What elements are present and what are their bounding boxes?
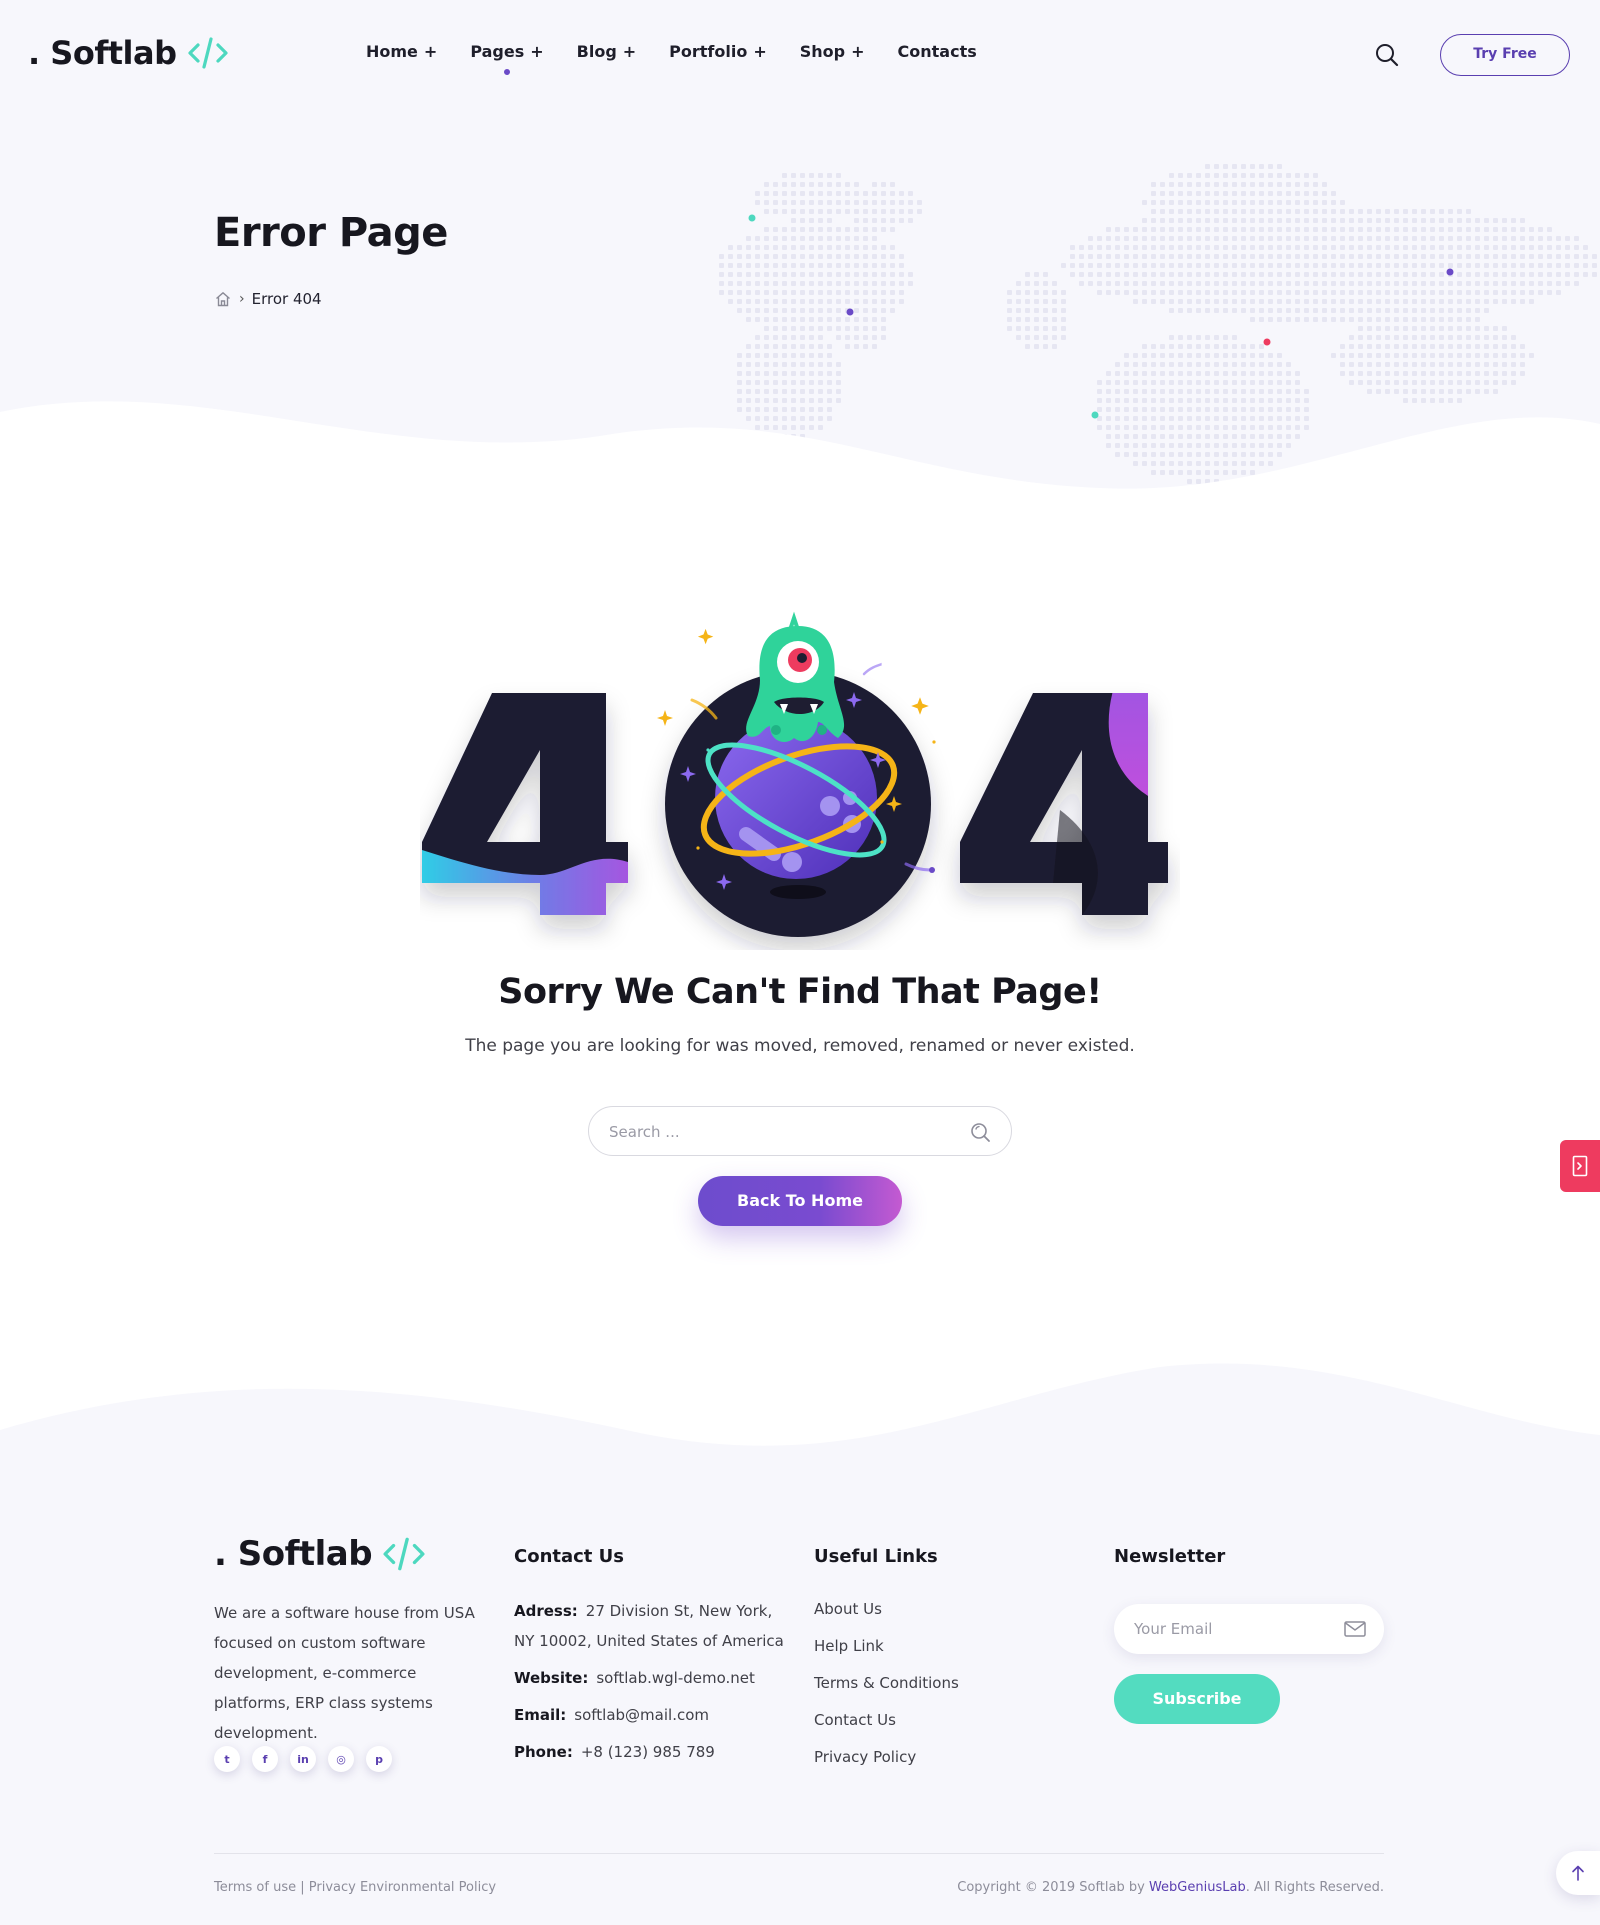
scroll-to-top-button[interactable] xyxy=(1556,1851,1600,1895)
footer-links-title: Useful Links xyxy=(814,1546,938,1567)
nav-item-shop[interactable]: Shop + xyxy=(800,42,865,61)
error-404-illustration xyxy=(422,611,1168,937)
contact-label: Phone: xyxy=(514,1743,573,1761)
error-title: Sorry We Can't Find That Page! xyxy=(498,972,1102,1012)
main-nav: Home + Pages + Blog + Portfolio + Shop + Cont… xyxy=(366,42,1010,75)
nav-item-home[interactable]: Home + xyxy=(366,42,437,61)
mail-icon xyxy=(1344,1621,1366,1637)
home-icon[interactable] xyxy=(214,290,232,308)
nav-label: Shop xyxy=(799,42,846,61)
instagram-icon[interactable]: ◎ xyxy=(328,1746,354,1772)
error-search-box xyxy=(588,1106,1012,1156)
footer-links-list: About Us Help Link Terms & Conditions Co… xyxy=(814,1594,959,1779)
active-indicator-dot xyxy=(503,69,510,75)
facebook-icon[interactable]: f xyxy=(252,1746,278,1772)
submenu-plus-icon: + xyxy=(753,42,767,61)
nav-label: Contacts xyxy=(897,42,977,61)
webgeniuslab-link[interactable]: WebGeniusLab xyxy=(1149,1880,1246,1895)
twitter-icon[interactable]: t xyxy=(214,1746,240,1772)
copyright-prefix: Copyright © 2019 Softlab by xyxy=(957,1880,1149,1895)
copyright: Copyright © 2019 Softlab by WebGeniusLab… xyxy=(957,1880,1384,1895)
legal-separator: | xyxy=(296,1880,309,1895)
submenu-plus-icon: + xyxy=(530,42,544,61)
submenu-plus-icon: + xyxy=(622,42,637,61)
code-brackets-icon xyxy=(187,36,229,70)
search-submit-icon[interactable] xyxy=(969,1121,991,1143)
side-panel-tab[interactable] xyxy=(1560,1140,1600,1192)
contact-label: Adress: xyxy=(514,1602,578,1620)
hero-wave xyxy=(0,401,1600,500)
nav-label: Pages xyxy=(470,42,525,61)
search-icon[interactable] xyxy=(1374,42,1400,68)
nav-item-portfolio[interactable]: Portfolio + xyxy=(669,42,767,61)
footer-contact-title: Contact Us xyxy=(514,1546,625,1567)
back-to-home-button[interactable]: Back To Home xyxy=(698,1176,902,1226)
nav-label: Blog xyxy=(576,42,617,61)
contact-email[interactable]: Email: softlab@mail.com xyxy=(514,1700,790,1730)
try-free-button[interactable]: Try Free xyxy=(1440,34,1570,76)
exit-door-icon xyxy=(1572,1155,1588,1177)
search-input[interactable] xyxy=(609,1119,949,1145)
submenu-plus-icon: + xyxy=(851,42,865,61)
footer-legal-links: Terms of use | Privacy Environmental Pol… xyxy=(214,1880,496,1895)
contact-address: Adress: 27 Division St, New York, NY 1000… xyxy=(514,1596,790,1656)
nav-item-pages[interactable]: Pages + xyxy=(470,42,544,75)
contact-value: softlab@mail.com xyxy=(574,1706,709,1724)
footer-divider xyxy=(214,1853,1384,1854)
footer-link-terms[interactable]: Terms & Conditions xyxy=(814,1668,959,1705)
code-brackets-icon xyxy=(382,1536,426,1572)
footer-contact-list: Adress: 27 Division St, New York, NY 1000… xyxy=(514,1596,790,1774)
digit-four-left xyxy=(422,693,628,915)
contact-value: softlab.wgl-demo.net xyxy=(596,1669,755,1687)
footer-link-contact-us[interactable]: Contact Us xyxy=(814,1705,959,1742)
terms-of-use-link[interactable]: Terms of use xyxy=(214,1880,296,1895)
contact-value: +8 (123) 985 789 xyxy=(580,1743,715,1761)
contact-label: Email: xyxy=(514,1706,567,1724)
error-message: The page you are looking for was moved, … xyxy=(465,1036,1135,1056)
copyright-suffix: . All Rights Reserved. xyxy=(1245,1880,1384,1895)
social-links: t f in ◎ p xyxy=(214,1746,404,1772)
submenu-plus-icon: + xyxy=(423,42,438,61)
nav-item-contacts[interactable]: Contacts xyxy=(898,42,977,61)
footer-link-privacy[interactable]: Privacy Policy xyxy=(814,1742,959,1779)
newsletter-email-input[interactable] xyxy=(1134,1617,1334,1641)
breadcrumb-current: Error 404 xyxy=(251,290,322,308)
breadcrumb: › Error 404 xyxy=(214,290,322,308)
privacy-policy-link[interactable]: Privacy Environmental Policy xyxy=(309,1880,496,1895)
arrow-up-icon xyxy=(1572,1865,1584,1881)
page-title: Error Page xyxy=(214,210,448,256)
contact-label: Website: xyxy=(514,1669,589,1687)
alien-character xyxy=(746,611,845,742)
contact-website[interactable]: Website: softlab.wgl-demo.net xyxy=(514,1663,790,1693)
logo-text: . Softlab xyxy=(28,34,177,72)
contact-phone[interactable]: Phone: +8 (123) 985 789 xyxy=(514,1737,790,1767)
footer-link-about-us[interactable]: About Us xyxy=(814,1594,959,1631)
header-logo[interactable]: . Softlab xyxy=(28,34,229,72)
nav-label: Portfolio xyxy=(669,42,748,61)
breadcrumb-separator-icon: › xyxy=(239,291,245,307)
linkedin-icon[interactable]: in xyxy=(290,1746,316,1772)
nav-label: Home xyxy=(366,42,418,61)
subscribe-button[interactable]: Subscribe xyxy=(1114,1674,1280,1724)
footer-about-text: We are a software house from USA focused… xyxy=(214,1604,475,1742)
newsletter-email-box xyxy=(1114,1604,1384,1654)
logo-text: . Softlab xyxy=(214,1534,373,1574)
nav-item-blog[interactable]: Blog + xyxy=(577,42,637,61)
digit-four-right xyxy=(960,693,1168,915)
footer-newsletter-title: Newsletter xyxy=(1114,1546,1226,1567)
footer-link-help[interactable]: Help Link xyxy=(814,1631,959,1668)
footer-logo[interactable]: . Softlab xyxy=(214,1534,426,1574)
pinterest-icon[interactable]: p xyxy=(366,1746,392,1772)
